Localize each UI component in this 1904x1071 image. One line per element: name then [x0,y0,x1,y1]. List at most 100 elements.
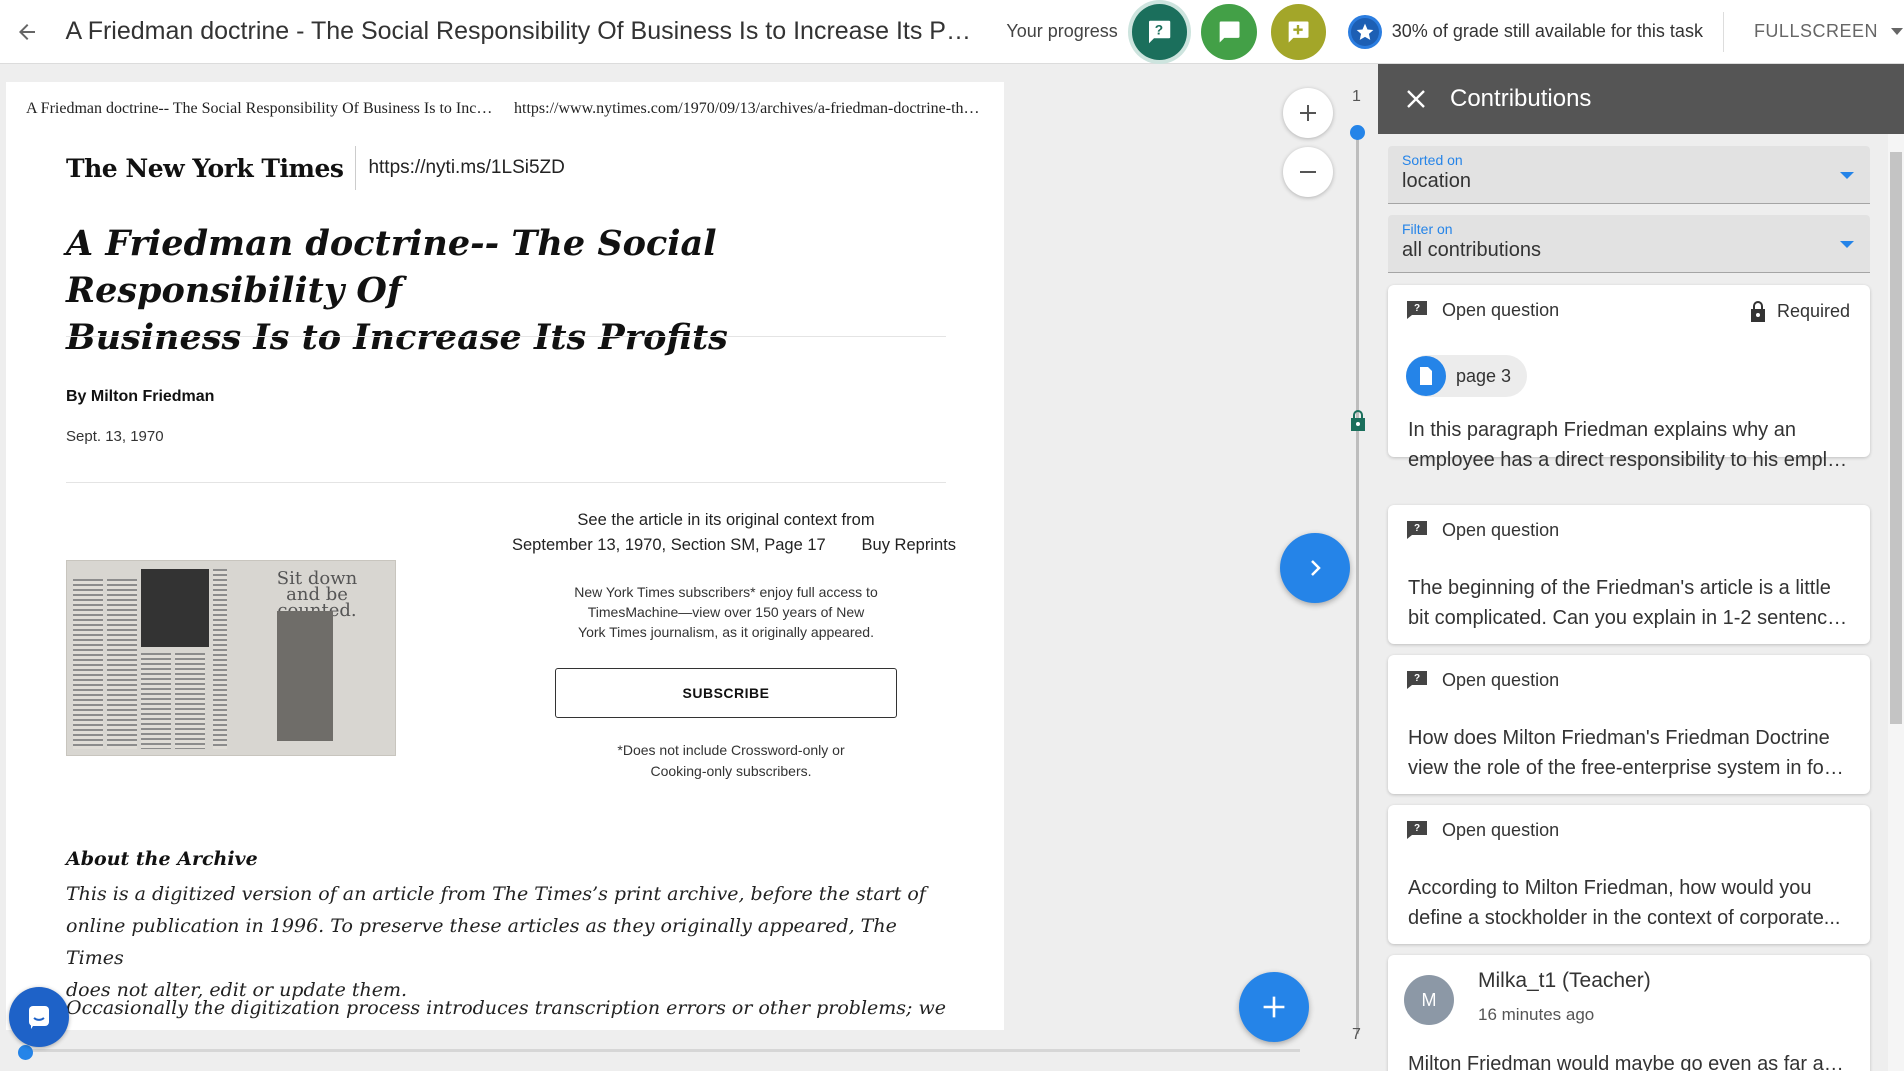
panel-header: Contributions [1378,64,1904,134]
masthead: The New York Times https://nyti.ms/1LSi5… [66,146,565,190]
sort-value: location [1402,170,1471,192]
lock-icon [1349,408,1367,437]
page-chip[interactable]: page 3 [1406,355,1528,397]
zoom-out-button[interactable] [1283,147,1333,197]
card-excerpt-line: How does Milton Friedman's Friedman Doct… [1408,727,1830,749]
question-progress-button[interactable]: ? [1131,3,1188,60]
page-chip-label: page 3 [1456,365,1512,386]
comment-author: Milka_t1 (Teacher) [1478,969,1651,992]
horizontal-scroll-handle[interactable] [18,1045,33,1060]
sort-label: Sorted on [1402,152,1463,168]
next-page-button[interactable] [1280,533,1350,603]
contribution-card[interactable]: ? Open question The beginning of the Fri… [1388,505,1870,644]
sort-select[interactable]: Sorted on location [1388,146,1870,204]
pdf-header-title: A Friedman doctrine-- The Social Respons… [26,100,496,117]
archive-line: This is a digitized version of an articl… [66,883,926,905]
grade-star-icon [1348,14,1382,49]
thumb-column [175,653,205,749]
comment-text-line: Milton Friedman would maybe go even as f… [1408,1053,1850,1071]
caret-down-icon [1840,241,1854,248]
chat-button[interactable] [9,987,69,1047]
divider [355,146,357,190]
subscriber-info: New York Times subscribers* enjoy full a… [546,582,906,642]
card-excerpt-line: According to Milton Friedman, how would … [1408,877,1812,899]
required-label: Required [1776,300,1850,321]
card-type-label: Open question [1442,669,1560,690]
fullscreen-button[interactable]: FULLSCREEN [1754,21,1904,42]
pdf-header-url: https://www.nytimes.com/1970/09/13/archi… [514,100,984,117]
thumb-column [213,569,227,749]
comment-text: Milton Friedman would maybe go even as f… [1408,1049,1850,1071]
page-scroll-handle[interactable] [1350,125,1365,140]
svg-text:?: ? [1414,823,1420,834]
headline-line: Business Is to Increase Its Profits [66,317,728,358]
archive-page-thumbnail[interactable]: Sit down and be counted. [66,560,396,756]
thumb-column [107,579,137,749]
close-icon[interactable] [1406,89,1426,109]
thumb-column [141,653,171,749]
card-excerpt-line: view the role of the free-enterprise sys… [1408,757,1850,779]
subs-line: New York Times subscribers* enjoy full a… [574,584,878,600]
filter-value: all contributions [1402,239,1541,261]
thumb-photo [141,569,209,647]
required-badge: Required [1749,299,1850,323]
card-excerpt: How does Milton Friedman's Friedman Doct… [1408,723,1850,783]
svg-text:?: ? [1414,303,1420,314]
add-comment-icon [1289,21,1309,42]
short-url-link[interactable]: https://nyti.ms/1LSi5ZD [368,157,564,179]
horizontal-scrollbar[interactable] [24,1049,1300,1052]
question-icon: ? [1149,20,1171,43]
panel-scroll-thumb[interactable] [1890,152,1902,724]
filter-label: Filter on [1402,221,1453,237]
card-excerpt: According to Milton Friedman, how would … [1408,873,1850,933]
archive-paragraph: Occasionally the digitization process in… [66,997,946,1019]
card-excerpt: In this paragraph Friedman explains why … [1408,415,1850,475]
back-arrow-icon[interactable] [0,0,53,64]
archive-heading: About the Archive [66,848,258,870]
comment-icon [1219,21,1240,42]
thumb-column [73,579,103,749]
note-line: Cooking-only subscribers. [650,763,812,779]
thumb-ad-figure [277,611,333,741]
first-page-number: 1 [1352,88,1361,105]
subs-line: York Times journalism, as it originally … [578,624,874,640]
open-question-icon: ? [1407,671,1427,689]
page-icon [1406,356,1446,396]
original-context: See the article in its original context … [496,508,956,558]
plus-icon [1300,105,1316,121]
svg-text:?: ? [1414,523,1420,534]
top-bar: A Friedman doctrine - The Social Respons… [0,0,1904,64]
card-type: ? Open question [1404,519,1559,541]
grade-status: 30% of grade still available for this ta… [1391,21,1703,41]
annotation-progress-button[interactable] [1270,3,1327,60]
page-scroll-rail[interactable] [1356,128,1359,1034]
comment-card[interactable]: M Milka_t1 (Teacher) 16 minutes ago Milt… [1388,955,1870,1071]
card-excerpt-line: In this paragraph Friedman explains why … [1408,419,1796,441]
contribution-card[interactable]: ? Open question Required page 3 In this … [1388,285,1870,471]
chat-icon [29,1006,49,1029]
zoom-in-button[interactable] [1283,88,1333,138]
buy-reprints-link[interactable]: Buy Reprints [862,533,956,558]
card-type: ? Open question [1404,299,1559,321]
svg-text:?: ? [1155,22,1163,37]
chevron-right-icon [1311,560,1321,576]
byline: By Milton Friedman [66,388,215,405]
subs-line: TimesMachine—view over 150 years of New [587,604,865,620]
archive-paragraph: This is a digitized version of an articl… [66,878,946,1006]
minus-icon [1300,171,1316,173]
contribution-card[interactable]: ? Open question According to Milton Frie… [1388,805,1870,944]
document-viewer[interactable]: A Friedman doctrine-- The Social Respons… [6,82,1004,1030]
card-excerpt: The beginning of the Friedman's article … [1408,573,1850,633]
subscribe-button[interactable]: SUBSCRIBE [555,668,897,718]
card-excerpt-line: bit complicated. Can you explain in 1-2 … [1408,607,1850,629]
pdf-header: A Friedman doctrine-- The Social Respons… [26,100,984,118]
card-type-label: Open question [1442,299,1560,320]
article-headline: A Friedman doctrine-- The Social Respons… [66,220,926,361]
contribution-card[interactable]: ? Open question How does Milton Friedman… [1388,655,1870,794]
add-contribution-button[interactable] [1239,972,1309,1042]
card-type-label: Open question [1442,819,1560,840]
filter-select[interactable]: Filter on all contributions [1388,215,1870,273]
avatar: M [1404,975,1454,1025]
comment-progress-button[interactable] [1201,3,1257,60]
svg-text:?: ? [1414,673,1420,684]
